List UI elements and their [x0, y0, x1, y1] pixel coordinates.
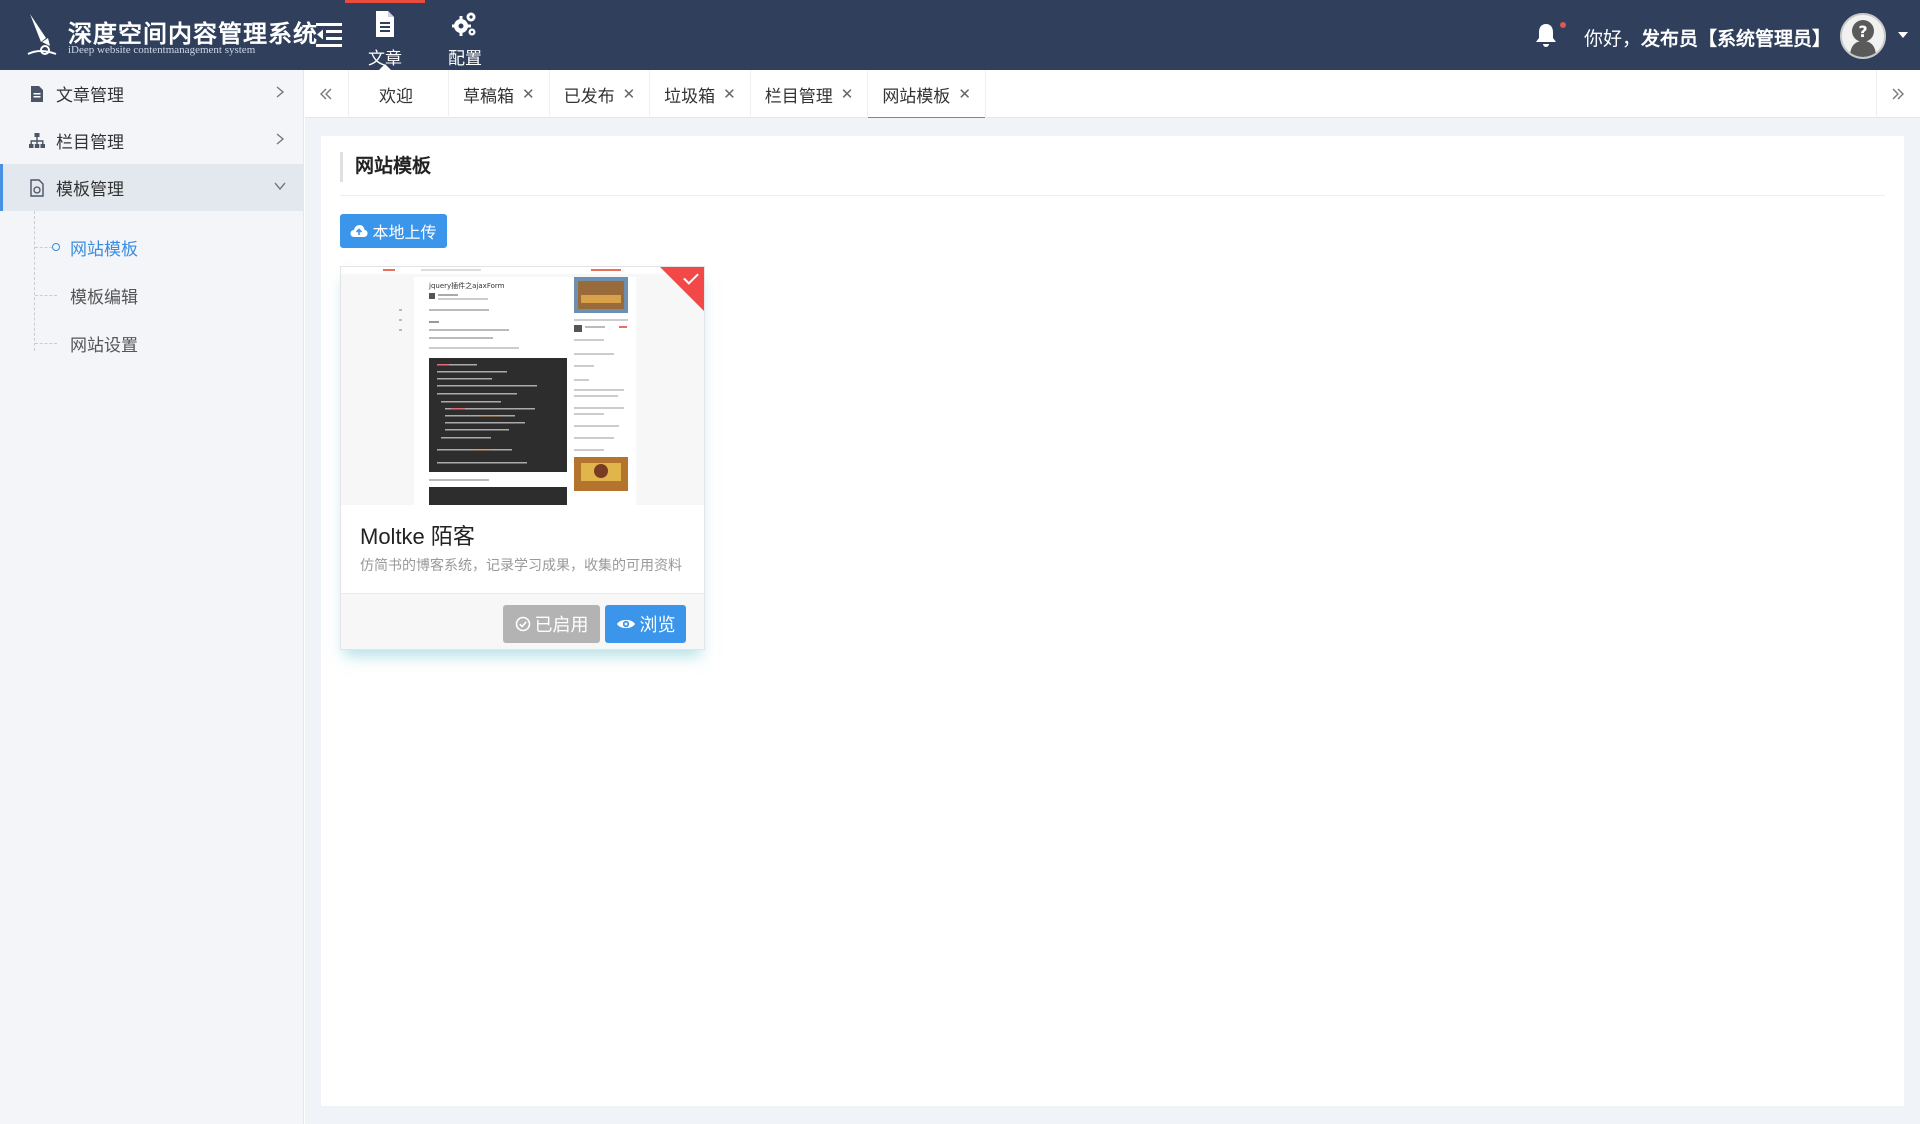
double-chevron-right-icon: [1892, 88, 1904, 100]
menu-toggle-button[interactable]: [316, 22, 344, 48]
topnav-config-label: 配置: [448, 49, 482, 68]
sidebar-item-articles[interactable]: 文章管理: [0, 70, 303, 117]
chevron-down-icon: [274, 182, 286, 191]
document-icon: [376, 11, 394, 37]
sidebar-item-label: 栏目管理: [56, 133, 124, 152]
tab-bar: 欢迎 草稿箱 ✕ 已发布 ✕ 垃圾箱 ✕ 栏目管理 ✕ 网站模板 ✕: [305, 70, 1920, 119]
sidebar-item-columns[interactable]: 栏目管理: [0, 117, 303, 164]
preview-label: 浏览: [639, 615, 676, 635]
sidebar-subitem-label: 网站设置: [70, 335, 138, 355]
tab-scroll-right-button[interactable]: [1876, 70, 1920, 118]
tab-label: 欢迎: [379, 86, 413, 106]
template-preview-image: jquery插件之ajaxForm: [341, 267, 704, 505]
top-nav: 文章 配置: [345, 0, 505, 70]
app-logo[interactable]: 深度空间内容管理系统 iDeep website contentmanageme…: [24, 10, 317, 62]
double-chevron-left-icon: [320, 88, 332, 100]
sidebar-item-label: 模板管理: [56, 180, 124, 199]
close-icon[interactable]: ✕: [623, 85, 636, 103]
template-thumbnail: jquery插件之ajaxForm: [341, 267, 704, 505]
enabled-button[interactable]: 已启用: [503, 605, 600, 643]
sidebar-subitem-site-templates[interactable]: 网站模板: [0, 223, 303, 271]
sidebar-subitem-template-edit[interactable]: 模板编辑: [0, 271, 303, 319]
check-circle-icon: [515, 616, 530, 632]
app-subtitle: iDeep website contentmanagement system: [68, 44, 256, 56]
cloud-upload-icon: [350, 225, 368, 237]
template-icon: [30, 178, 44, 197]
pen-logo-icon: [27, 14, 57, 55]
tab-list: 欢迎 草稿箱 ✕ 已发布 ✕ 垃圾箱 ✕ 栏目管理 ✕ 网站模板 ✕: [349, 70, 986, 119]
tab-trash[interactable]: 垃圾箱 ✕: [650, 70, 751, 118]
sitemap-icon: [29, 132, 45, 148]
preview-button[interactable]: 浏览: [605, 605, 686, 643]
sidebar-subtree: 网站模板 模板编辑 网站设置: [0, 211, 303, 367]
close-icon[interactable]: ✕: [841, 85, 854, 103]
user-greeting[interactable]: 你好，发布员【系统管理员】: [1584, 24, 1831, 51]
question-avatar-icon: ?: [1850, 20, 1876, 57]
template-card-footer: 已启用 浏览: [341, 593, 704, 649]
user-name: 发布员【系统管理员】: [1641, 29, 1832, 50]
document-icon: [31, 85, 43, 102]
close-icon[interactable]: ✕: [522, 85, 535, 103]
local-upload-button[interactable]: 本地上传: [340, 214, 447, 248]
gears-icon: [452, 12, 476, 36]
sidebar: 文章管理 栏目管理 模板管理 网站模板 模板编辑 网站设置: [0, 70, 304, 1124]
topnav-config[interactable]: 配置: [425, 0, 505, 70]
sidebar-subitem-site-settings[interactable]: 网站设置: [0, 319, 303, 367]
sidebar-subitem-label: 模板编辑: [70, 287, 138, 307]
tab-label: 垃圾箱: [664, 86, 716, 106]
tab-published[interactable]: 已发布 ✕: [550, 70, 651, 118]
template-name: Moltke 陌客: [360, 524, 475, 549]
template-description: 仿简书的博客系统，记录学习成果，收集的可用资料: [360, 557, 682, 573]
title-divider: [340, 195, 1885, 196]
sidebar-subitem-label: 网站模板: [70, 239, 138, 259]
tab-scroll-left-button[interactable]: [305, 70, 349, 118]
user-menu-caret-icon[interactable]: [1898, 32, 1908, 38]
tab-label: 栏目管理: [764, 86, 833, 106]
indent-menu-icon: [316, 23, 342, 47]
tab-column-manage[interactable]: 栏目管理 ✕: [751, 70, 869, 118]
topnav-article[interactable]: 文章: [345, 0, 425, 70]
tab-label: 已发布: [563, 86, 615, 106]
notification-badge: [1560, 22, 1566, 28]
avatar[interactable]: ?: [1840, 13, 1886, 59]
close-icon[interactable]: ✕: [958, 85, 971, 103]
eye-icon: [616, 619, 635, 629]
close-icon[interactable]: ✕: [723, 85, 736, 103]
thumb-heading: jquery插件之ajaxForm: [428, 281, 505, 290]
enabled-label: 已启用: [534, 615, 589, 635]
tab-site-templates[interactable]: 网站模板 ✕: [868, 70, 986, 119]
sidebar-item-label: 文章管理: [56, 86, 124, 105]
chevron-right-icon: [276, 133, 285, 145]
template-card[interactable]: jquery插件之ajaxForm Moltke 陌客 仿简书的博客系统，记录学…: [340, 266, 705, 650]
tab-drafts[interactable]: 草稿箱 ✕: [449, 70, 550, 118]
svg-text:?: ?: [1858, 22, 1867, 41]
page-title: 网站模板: [340, 152, 431, 182]
tab-label: 草稿箱: [463, 86, 514, 106]
bell-icon[interactable]: [1535, 22, 1557, 48]
active-dot-icon: [52, 243, 60, 251]
topnav-article-label: 文章: [368, 49, 402, 68]
chevron-right-icon: [276, 86, 285, 98]
tab-label: 网站模板: [882, 86, 951, 106]
upload-label: 本地上传: [372, 225, 437, 242]
greeting-prefix: 你好，: [1584, 29, 1642, 50]
sidebar-item-templates[interactable]: 模板管理: [0, 164, 303, 211]
tab-welcome[interactable]: 欢迎: [349, 70, 449, 118]
top-header: 深度空间内容管理系统 iDeep website contentmanageme…: [0, 0, 1920, 70]
